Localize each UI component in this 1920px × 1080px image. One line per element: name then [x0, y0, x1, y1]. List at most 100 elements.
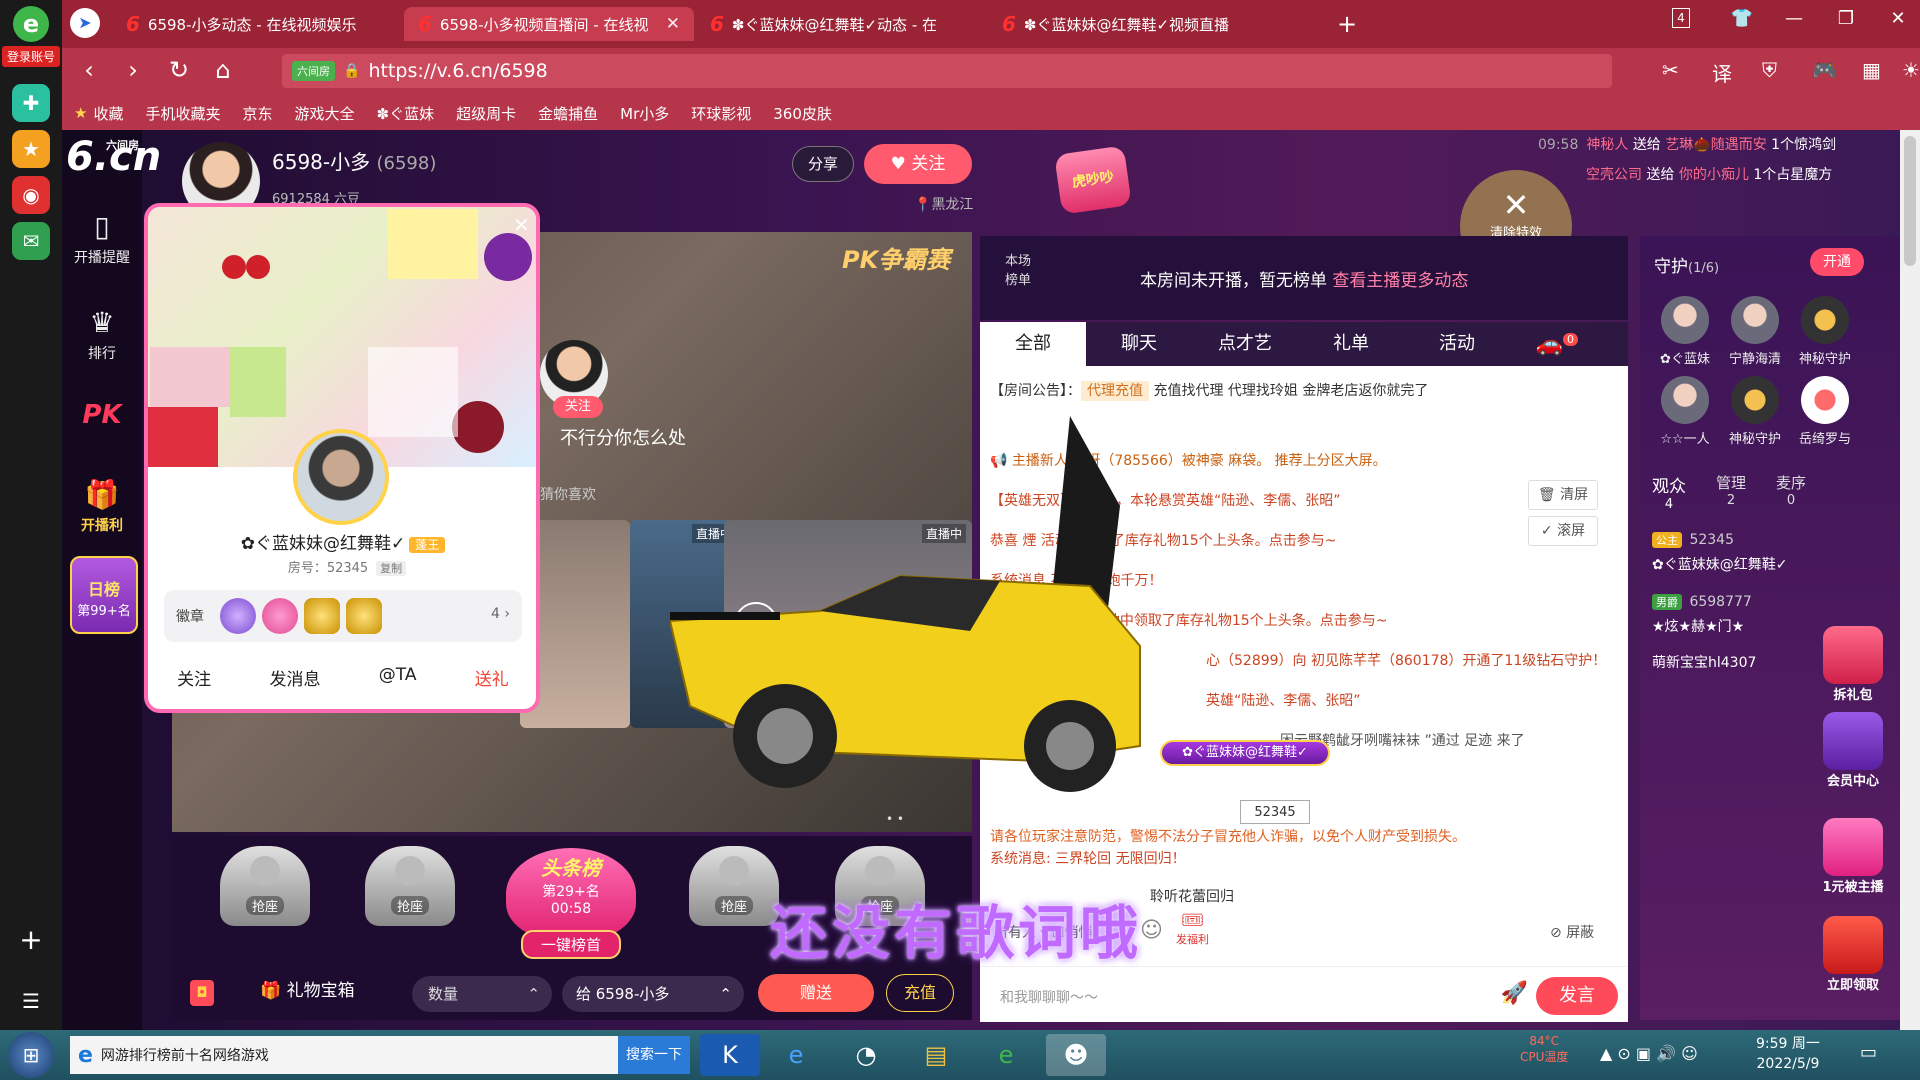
- gift-target-select[interactable]: 给 6598-小多 ⌃: [562, 976, 744, 1012]
- card-gift-button[interactable]: 送礼: [475, 665, 509, 690]
- tab-talent[interactable]: 点才艺: [1192, 322, 1298, 366]
- promo-gift-pack[interactable]: 拆礼包: [1818, 626, 1888, 703]
- k-app-icon[interactable]: K: [700, 1034, 760, 1076]
- medals-row[interactable]: 徽章 4 ›: [164, 590, 522, 642]
- shield-icon[interactable]: ⛨: [1762, 58, 1777, 82]
- tab-4[interactable]: 6 ✽ぐ蓝妹妹@红舞鞋✓视频直播: [988, 7, 1278, 41]
- bookmark-item[interactable]: ✽ぐ蓝妹: [377, 103, 435, 124]
- browser-360-icon[interactable]: e: [976, 1034, 1036, 1076]
- avatar[interactable]: [293, 429, 389, 525]
- tab-2[interactable]: 6 6598-小多视频直播间 - 在线视 ✕: [404, 7, 694, 41]
- top-rank-button[interactable]: 一键榜首: [521, 930, 621, 959]
- game-icon[interactable]: 🎮: [1812, 58, 1837, 82]
- home-icon[interactable]: ⌂: [206, 56, 240, 84]
- card-message-button[interactable]: 发消息: [269, 665, 320, 690]
- theme-icon[interactable]: ☀: [1902, 58, 1920, 82]
- navigation-icon[interactable]: ➤: [70, 8, 100, 38]
- nav-ranking[interactable]: ♛ 排行: [62, 306, 142, 363]
- close-window-icon[interactable]: ✕: [1878, 8, 1918, 29]
- card-follow-button[interactable]: 关注: [177, 665, 211, 690]
- tab-gifts[interactable]: 礼单: [1298, 322, 1404, 366]
- login-button[interactable]: e 登录账号: [2, 4, 60, 74]
- notification-icon[interactable]: ▭: [1860, 1042, 1877, 1063]
- chrome-icon[interactable]: ◔: [836, 1034, 896, 1076]
- promo-one-yuan[interactable]: 1元被主播: [1818, 818, 1888, 895]
- site-logo[interactable]: 6.cn 六间房: [66, 134, 161, 180]
- guard-member[interactable]: 神秘守护: [1790, 296, 1860, 367]
- guard-member[interactable]: 岳绮罗与: [1790, 376, 1860, 447]
- start-button[interactable]: ⊞: [8, 1032, 54, 1078]
- tab-activity[interactable]: 活动: [1404, 322, 1510, 366]
- bookmark-item[interactable]: 金蟾捕鱼: [538, 103, 598, 124]
- url-input[interactable]: 六间房 🔒 https://v.6.cn/6598: [282, 54, 1612, 88]
- seat-2[interactable]: 抢座: [350, 846, 470, 946]
- audience-item[interactable]: 公主 52345: [1652, 532, 1734, 548]
- quantity-select[interactable]: 数量 ⌃: [412, 976, 552, 1012]
- car-icon[interactable]: 🚗 0: [1536, 332, 1578, 357]
- chat-input[interactable]: 和我聊聊聊～～: [1000, 987, 1098, 1007]
- headline-rank[interactable]: 头条榜 第29+名 00:58 一键榜首: [496, 848, 646, 960]
- block-button[interactable]: ⊘ 屏蔽: [1550, 922, 1594, 942]
- tab-count[interactable]: 4: [1672, 8, 1690, 28]
- chest-icon[interactable]: ◘: [190, 980, 214, 1006]
- copy-button[interactable]: 复制: [376, 561, 407, 576]
- rocket-icon[interactable]: 🚀: [1501, 981, 1528, 1006]
- daily-rank-badge[interactable]: 日榜 第99+名: [70, 556, 138, 634]
- sidebar-app-icon[interactable]: ✚: [12, 84, 50, 122]
- share-button[interactable]: 分享: [792, 146, 854, 182]
- clock[interactable]: 9:59 周一 2022/5/9: [1756, 1034, 1820, 1074]
- guard-member[interactable]: 宁静海清: [1720, 296, 1790, 367]
- emoji-icon[interactable]: ☺: [1140, 918, 1163, 943]
- minimize-icon[interactable]: —: [1774, 8, 1814, 29]
- ie-icon[interactable]: e: [766, 1034, 826, 1076]
- tab-admins[interactable]: 管理 2: [1716, 472, 1746, 512]
- close-tab-icon[interactable]: ✕: [666, 14, 680, 34]
- back-icon[interactable]: ‹: [72, 56, 106, 84]
- event-badge[interactable]: 虎吵吵: [1054, 145, 1132, 215]
- gift-box-button[interactable]: 🎁 礼物宝箱: [260, 976, 355, 1001]
- audience-item[interactable]: 萌新宝宝hl4307: [1652, 652, 1756, 672]
- bookmark-item[interactable]: 超级周卡: [456, 103, 516, 124]
- audience-item[interactable]: 男爵 6598777: [1652, 594, 1752, 610]
- more-dynamics-link[interactable]: 查看主播更多动态: [1332, 271, 1468, 291]
- bookmark-item[interactable]: 游戏大全: [295, 103, 355, 124]
- nav-live-reminder[interactable]: ▯ 开播提醒: [62, 210, 142, 267]
- forward-icon[interactable]: ›: [116, 56, 150, 84]
- bookmark-item[interactable]: Mr小多: [620, 103, 669, 124]
- star-icon[interactable]: ★: [12, 130, 50, 168]
- open-guard-button[interactable]: 开通: [1810, 248, 1864, 276]
- clear-screen-button[interactable]: 🗑 清屏: [1528, 480, 1598, 510]
- send-message-button[interactable]: 发言: [1536, 977, 1618, 1015]
- send-gift-button[interactable]: 赠送: [758, 974, 874, 1012]
- bookmark-favorites[interactable]: ★ 收藏: [74, 103, 123, 124]
- guard-member[interactable]: 神秘守护: [1720, 376, 1790, 447]
- tab-chat[interactable]: 聊天: [1086, 322, 1192, 366]
- recharge-button[interactable]: 充值: [886, 974, 954, 1012]
- weibo-icon[interactable]: ◉: [12, 176, 50, 214]
- menu-icon[interactable]: ☰: [12, 982, 50, 1020]
- tab-3[interactable]: 6 ✽ぐ蓝妹妹@红舞鞋✓动态 - 在: [696, 7, 986, 41]
- bookmark-item[interactable]: 手机收藏夹: [145, 103, 220, 124]
- page-scrollbar[interactable]: [1900, 130, 1920, 1030]
- guard-member[interactable]: ☆☆一人: [1650, 376, 1720, 447]
- taskbar-search[interactable]: e 网游排行榜前十名网络游戏: [70, 1036, 618, 1074]
- card-mention-button[interactable]: @TA: [379, 665, 417, 690]
- folder-icon[interactable]: ▤: [906, 1034, 966, 1076]
- promo-claim[interactable]: 立即领取: [1818, 916, 1888, 993]
- tab-all[interactable]: 全部: [980, 322, 1086, 366]
- scissors-icon[interactable]: ✂: [1662, 58, 1679, 82]
- translate-icon[interactable]: 译: [1712, 58, 1732, 87]
- scrollbar-thumb[interactable]: [1904, 136, 1916, 266]
- benefit-button[interactable]: 🎟 发福利: [1176, 910, 1209, 947]
- grid-icon[interactable]: ▦: [1862, 58, 1881, 82]
- maximize-icon[interactable]: ❐: [1826, 8, 1866, 29]
- guard-member[interactable]: ✿ぐ蓝妹: [1650, 296, 1720, 367]
- close-card-icon[interactable]: ✕: [513, 213, 530, 237]
- mail-icon[interactable]: ✉: [12, 222, 50, 260]
- new-tab-icon[interactable]: +: [1337, 10, 1357, 38]
- taskbar-search-button[interactable]: 搜索一下: [618, 1036, 690, 1074]
- nav-pk[interactable]: PK: [62, 400, 142, 430]
- follow-button[interactable]: ♥ 关注: [864, 144, 972, 184]
- add-icon[interactable]: +: [12, 920, 50, 958]
- recommend-follow-button[interactable]: 关注: [553, 396, 603, 418]
